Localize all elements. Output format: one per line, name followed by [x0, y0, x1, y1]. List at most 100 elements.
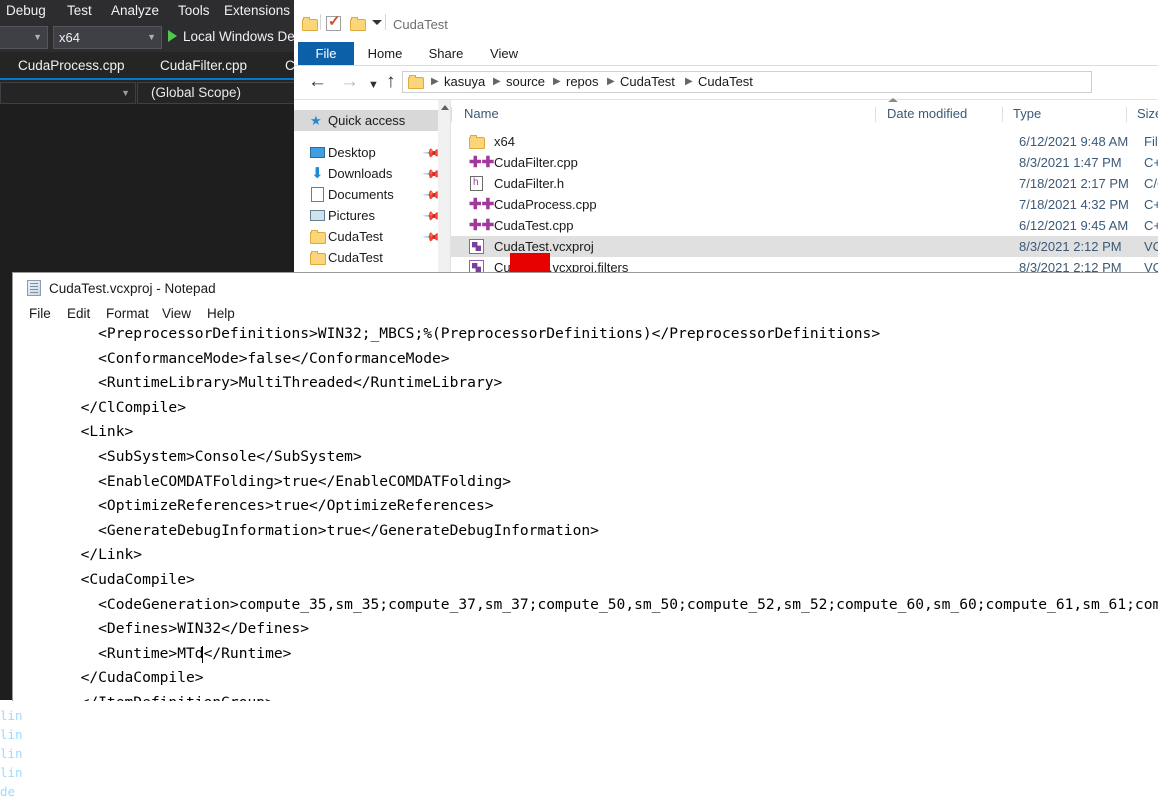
- vcxproj-file-icon: [469, 239, 484, 254]
- folder-icon[interactable]: [302, 17, 319, 31]
- vs-type-combo[interactable]: ▼: [0, 82, 136, 104]
- vs-member-combo[interactable]: (Global Scope): [137, 82, 299, 104]
- file-type: VC++ Project: [1144, 239, 1158, 254]
- file-date: 8/3/2021 1:47 PM: [1019, 155, 1122, 170]
- folder-icon: [469, 135, 486, 149]
- scroll-up-icon[interactable]: [441, 105, 449, 110]
- breadcrumb-separator: ▶: [607, 76, 615, 87]
- table-row[interactable]: ✚✚ CudaProcess.cpp 7/18/2021 4:32 PM C++…: [451, 194, 1158, 215]
- table-row[interactable]: ✚✚ CudaFilter.cpp 8/3/2021 1:47 PM C++ S…: [451, 152, 1158, 173]
- column-header-size[interactable]: Size: [1137, 103, 1158, 125]
- vs-menu-tools[interactable]: Tools: [178, 0, 210, 22]
- sidebar-item-label: Quick access: [328, 113, 406, 128]
- forward-arrow-icon[interactable]: →: [340, 71, 359, 93]
- breadcrumb-cudatest-2[interactable]: CudaTest: [698, 72, 753, 92]
- folder-icon: [310, 230, 327, 244]
- address-path-field[interactable]: ▶ kasuya ▶ source ▶ repos ▶ CudaTest ▶ C…: [402, 71, 1092, 93]
- text-caret: [202, 646, 203, 663]
- ribbon-tab-share[interactable]: Share: [416, 42, 476, 65]
- file-date: 6/12/2021 9:48 AM: [1019, 134, 1129, 149]
- column-header-type[interactable]: Type: [1013, 103, 1041, 125]
- vs-platform-combo[interactable]: x64 ▼: [53, 26, 162, 49]
- notepad-menu-view[interactable]: View: [162, 303, 191, 325]
- sidebar-item-desktop[interactable]: Desktop 📌: [294, 142, 450, 163]
- vs-menu-debug[interactable]: Debug: [6, 0, 46, 22]
- sidebar-item-label: Documents: [328, 187, 394, 202]
- notepad-title-bar: CudaTest.vcxproj - Notepad: [13, 273, 1158, 303]
- new-folder-icon[interactable]: [350, 17, 367, 31]
- explorer-address-bar: ← → ▼ ↑ ▶ kasuya ▶ source ▶ repos ▶ Cuda…: [294, 66, 1158, 98]
- breadcrumb-separator: ▶: [493, 76, 501, 87]
- file-name: CudaProcess.cpp: [494, 197, 597, 212]
- folder-icon: [310, 251, 327, 265]
- sort-ascending-icon: [888, 98, 898, 102]
- notepad-menu-format[interactable]: Format: [106, 303, 149, 325]
- arrow-shaft: [510, 253, 550, 273]
- table-row[interactable]: ✚✚ CudaTest.cpp 6/12/2021 9:45 AM C++ So…: [451, 215, 1158, 236]
- vs-start-debug-label: Local Windows Deb: [183, 29, 303, 44]
- breadcrumb-separator: ▶: [685, 76, 693, 87]
- breadcrumb-separator: ▶: [431, 76, 439, 87]
- notepad-icon: [27, 280, 41, 296]
- vs-tab-cudafilter[interactable]: CudaFilter.cpp: [160, 52, 247, 79]
- divider: [385, 14, 386, 30]
- navigation-scrollbar[interactable]: [438, 100, 450, 280]
- ribbon-tab-home[interactable]: Home: [354, 42, 416, 65]
- sidebar-item-label: Downloads: [328, 166, 393, 181]
- sidebar-item-label: CudaTest: [328, 229, 383, 244]
- table-row[interactable]: x64 6/12/2021 9:48 AM File folder: [451, 131, 1158, 152]
- vs-menu-test[interactable]: Test: [67, 0, 92, 22]
- file-list-column-headers: Name Date modified Type Size: [451, 103, 1158, 125]
- column-header-date-modified[interactable]: Date modified: [887, 103, 967, 125]
- breadcrumb-separator: ▶: [553, 76, 561, 87]
- customize-chevron-icon[interactable]: [372, 20, 382, 25]
- vs-menu-extensions[interactable]: Extensions: [224, 0, 290, 22]
- sidebar-item-cudatest-1[interactable]: CudaTest 📌: [294, 226, 450, 247]
- column-header-name[interactable]: Name: [464, 103, 499, 125]
- notepad-menu-edit[interactable]: Edit: [67, 303, 90, 325]
- cpp-file-icon: ✚✚: [469, 196, 495, 213]
- cpp-file-icon: ✚✚: [469, 154, 495, 171]
- sidebar-item-pictures[interactable]: Pictures 📌: [294, 205, 450, 226]
- vs-tab-cudaprocess[interactable]: CudaProcess.cpp: [18, 52, 125, 79]
- notepad-menu-help[interactable]: Help: [207, 303, 235, 325]
- vs-member-value: (Global Scope): [151, 85, 242, 100]
- up-arrow-icon[interactable]: ↑: [386, 71, 396, 93]
- desktop-icon: [310, 147, 325, 158]
- back-arrow-icon[interactable]: ←: [308, 71, 327, 93]
- sidebar-item-documents[interactable]: Documents 📌: [294, 184, 450, 205]
- sidebar-item-quick-access[interactable]: ★ Quick access: [294, 110, 450, 131]
- table-row[interactable]: CudaFilter.h 7/18/2021 2:17 PM C/C++ Hea…: [451, 173, 1158, 194]
- file-explorer-window: CudaTest File Home Share View ← → ▼ ↑ ▶ …: [294, 0, 1158, 280]
- breadcrumb-kasuya[interactable]: kasuya: [444, 72, 485, 92]
- breadcrumb-repos[interactable]: repos: [566, 72, 599, 92]
- explorer-window-title: CudaTest: [393, 17, 448, 32]
- breadcrumb-cudatest-1[interactable]: CudaTest: [620, 72, 675, 92]
- file-type: File folder: [1144, 134, 1158, 149]
- explorer-ribbon-tabs: File Home Share View: [294, 42, 1158, 65]
- file-type: C++ Source: [1144, 155, 1158, 170]
- properties-icon[interactable]: [326, 12, 341, 31]
- vs-menu-analyze[interactable]: Analyze: [111, 0, 159, 22]
- file-type: C/C++ Header: [1144, 176, 1158, 191]
- sidebar-item-cudatest-2[interactable]: CudaTest: [294, 247, 450, 268]
- vs-configuration-combo[interactable]: ease ▼: [0, 26, 48, 49]
- notepad-menu-file[interactable]: File: [29, 303, 51, 325]
- chevron-down-icon: ▼: [121, 88, 130, 98]
- download-icon: ⬇: [311, 165, 324, 182]
- file-name: CudaFilter.h: [494, 176, 565, 191]
- ribbon-tab-file[interactable]: File: [298, 42, 354, 65]
- vs-start-debug-button[interactable]: Local Windows Deb: [168, 26, 302, 47]
- recent-chevron-icon[interactable]: ▼: [368, 74, 379, 96]
- file-type: C++ Source: [1144, 218, 1158, 233]
- ribbon-tab-view[interactable]: View: [476, 42, 532, 65]
- notepad-text-area[interactable]: <PreprocessorDefinitions>WIN32;_MBCS;%(P…: [13, 325, 1158, 701]
- cpp-file-icon: ✚✚: [469, 217, 495, 234]
- header-file-icon: [470, 175, 483, 191]
- notepad-window: CudaTest.vcxproj - Notepad File Edit For…: [12, 272, 1158, 701]
- divider: [320, 14, 321, 30]
- pin-star-icon: ★: [310, 113, 322, 128]
- sidebar-item-downloads[interactable]: ⬇ Downloads 📌: [294, 163, 450, 184]
- breadcrumb-source[interactable]: source: [506, 72, 545, 92]
- sidebar-item-label: Desktop: [328, 145, 376, 160]
